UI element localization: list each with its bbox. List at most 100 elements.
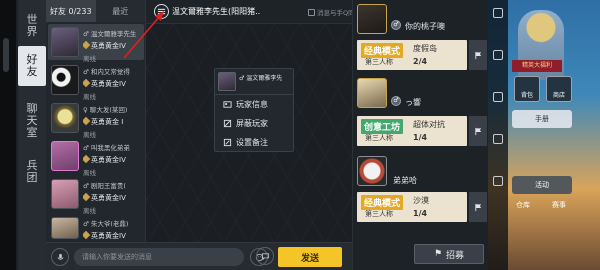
recruit-mode-card[interactable]: 创意工坊 第三人称 超体对抗 1/4 (357, 116, 467, 146)
settings-icon[interactable] (493, 176, 503, 186)
edit-icon (223, 138, 232, 147)
recruit-avatar (357, 78, 387, 108)
event-banner[interactable]: 精英大福利 (512, 60, 562, 72)
shop-icon[interactable] (493, 134, 503, 144)
handbook-button[interactable]: 手册 (512, 110, 572, 128)
friend-name: ♂ 剧阳王富贵( (83, 182, 126, 190)
friend-avatar (51, 65, 79, 95)
friend-name: ♂ 叫我黑化弟弟 (83, 144, 130, 152)
tab-friends-label: 好友 (26, 53, 38, 78)
friend-rank-text: 英勇黄金IV (91, 232, 126, 240)
tab-chatroom[interactable]: 聊天室 (18, 98, 46, 144)
id-card-icon (223, 100, 232, 109)
recruit-mode-card[interactable]: 经典模式 第三人称 沙漠 1/4 (357, 192, 467, 222)
warehouse-label[interactable]: 仓库 (516, 200, 530, 210)
join-team-button[interactable] (469, 116, 487, 146)
handbook-label: 手册 (535, 115, 549, 123)
friend-rank: 英勇黄金IV (83, 230, 143, 241)
flag-icon: ⚑ (433, 249, 443, 259)
rank-icon (83, 154, 91, 164)
context-player-name: ♂ 温文爾雅李先 (239, 75, 283, 82)
friend-rank-text: 英勇黄金IV (91, 194, 126, 202)
tab-chatroom-label: 聊天室 (26, 102, 38, 139)
perspective-label: 第三人称 (365, 134, 393, 142)
activity-button[interactable]: 活动 (512, 176, 572, 194)
gender-icon: ♂ (391, 20, 401, 30)
friend-avatar (51, 179, 79, 209)
mode-name: 经典模式 (361, 195, 404, 210)
send-button[interactable]: 发送 (278, 247, 342, 267)
message-input-bar: 发送 (46, 242, 352, 270)
friend-rank: 英勇黄金IV (83, 192, 143, 203)
tab-world-label: 世界 (26, 13, 38, 38)
chat-category-tabs: 世界 好友 聊天室 兵团 (18, 0, 46, 270)
backpack-label: 背包 (520, 92, 533, 99)
store-button[interactable]: 商店 (546, 76, 572, 102)
team-count: 2/4 (413, 57, 428, 66)
recruit-button[interactable]: ⚑ 招募 (414, 244, 484, 264)
game-lobby-panel: 精英大福利 背包 商店 手册 活动 仓库 赛事 (488, 0, 600, 270)
gender-icon: ♂ (391, 96, 401, 106)
mail-icon[interactable] (493, 8, 503, 18)
annotation-arrow-icon (123, 11, 164, 59)
recruitment-panel: ♂ 你的桃子噢 经典模式 第三人称 度假岛 2/4 ♂ っ響 创意工坊 第三人称 超… (352, 0, 488, 270)
recruit-player-name: 你的桃子噢 (405, 22, 445, 31)
tab-legion-label: 兵团 (26, 159, 38, 184)
tab-legion[interactable]: 兵团 (18, 152, 46, 192)
team-count: 1/4 (413, 209, 428, 218)
recruit-avatar (357, 156, 387, 186)
recruit-player-name: 弟弟哈 (393, 176, 417, 185)
friend-row[interactable]: ♂ 朱大爷(老鼎) 英勇黄金IV 离线 (48, 214, 144, 253)
microphone-icon (56, 253, 64, 260)
team-count: 1/4 (413, 133, 428, 142)
join-team-button[interactable] (469, 40, 487, 70)
tab-friends-count[interactable]: 好友 0/233 (46, 0, 96, 22)
rank-icon (83, 78, 91, 88)
menu-item-block-player[interactable]: 屏蔽玩家 (215, 114, 293, 133)
friend-name: ♂ 朱大爷(老鼎) (83, 220, 129, 228)
message-input[interactable] (74, 248, 244, 266)
menu-item-player-info[interactable]: 玩家信息 (215, 95, 293, 114)
chat-title: 温文爾雅李先生(阳阳猪.. (172, 7, 261, 16)
context-menu-header: ♂ 温文爾雅李先 (215, 69, 293, 95)
tab-world[interactable]: 世界 (18, 6, 46, 46)
map-name: 度假岛 (413, 44, 437, 53)
friend-rank: 英勇黄金 I (83, 116, 143, 127)
rank-icon (83, 230, 91, 240)
friend-avatar (51, 141, 79, 171)
voice-button[interactable] (51, 248, 69, 266)
friend-context-menu: ♂ 温文爾雅李先 玩家信息 屏蔽玩家 设置备注 (214, 68, 294, 152)
friend-avatar (51, 217, 79, 239)
friend-row[interactable]: ♀ 聊大发(某回) 英勇黄金 I 离线 (48, 100, 144, 139)
backpack-button[interactable]: 背包 (514, 76, 540, 102)
friend-row[interactable]: ♂ 剧阳王富贵( 英勇黄金IV 离线 (48, 176, 144, 215)
tab-friends[interactable]: 好友 (18, 46, 46, 86)
recruit-button-label: 招募 (446, 250, 465, 261)
task-icon[interactable] (493, 92, 503, 102)
tournament-label[interactable]: 赛事 (552, 200, 566, 210)
mode-name: 创意工坊 (361, 119, 404, 134)
friend-avatar (51, 103, 79, 133)
perspective-label: 第三人称 (365, 210, 393, 218)
recruit-player-name: っ響 (405, 98, 421, 107)
friend-row[interactable]: ♂ 叫我黑化弟弟 英勇黄金IV 离线 (48, 138, 144, 177)
screen-notch (0, 0, 16, 270)
menu-item-label: 屏蔽玩家 (236, 119, 268, 128)
chat-bubble-icon (261, 252, 269, 260)
friend-rank-text: 英勇黄金IV (91, 156, 126, 164)
join-team-button[interactable] (469, 192, 487, 222)
quick-chat-button[interactable] (256, 247, 274, 265)
menu-item-set-remark[interactable]: 设置备注 (215, 133, 293, 152)
friend-name: ♀ 聊大发(某回) (83, 106, 128, 114)
notch-pill (3, 38, 9, 72)
menu-item-label: 玩家信息 (236, 100, 268, 109)
recruit-mode-card[interactable]: 经典模式 第三人称 度假岛 2/4 (357, 40, 467, 70)
block-icon (223, 119, 232, 128)
friend-rank-text: 英勇黄金 I (91, 118, 124, 126)
friend-row[interactable]: ♂ 和内又常觉得 英勇黄金IV 离线 (48, 62, 144, 101)
flag-icon (474, 203, 481, 211)
flag-icon (474, 51, 481, 59)
gift-icon[interactable] (493, 50, 503, 60)
store-label: 商店 (552, 92, 565, 99)
menu-item-label: 设置备注 (236, 138, 268, 147)
